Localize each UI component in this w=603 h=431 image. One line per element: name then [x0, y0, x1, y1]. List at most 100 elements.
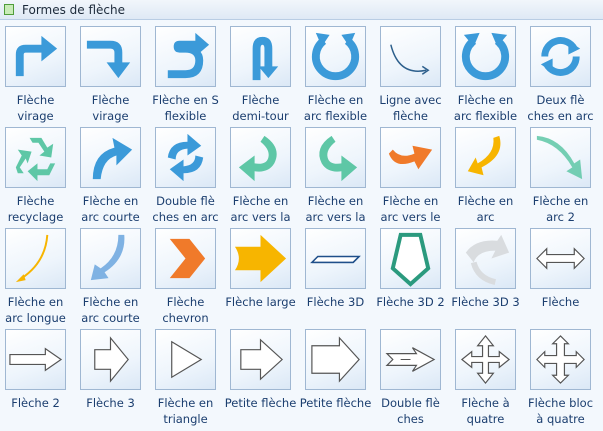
- u-turn-arrow-icon: [252, 36, 279, 81]
- panel-icon: [4, 4, 14, 15]
- shape-item[interactable]: Flèche 3D 3: [451, 224, 526, 325]
- shape-item[interactable]: Flèche en arc flexible: [451, 22, 526, 123]
- shape-item[interactable]: Flèche 3: [76, 325, 151, 426]
- shape-label: Flèche recyclage: [7, 194, 64, 224]
- arrow-3-icon: [94, 336, 129, 383]
- shape-label: Flèche en arc flexible: [453, 93, 518, 123]
- shape-tile[interactable]: [455, 228, 516, 289]
- shape-tile[interactable]: [305, 26, 366, 87]
- shape-tile[interactable]: [230, 329, 291, 390]
- shape-item[interactable]: Flèche large: [225, 224, 301, 325]
- shape-item[interactable]: Flèche recyclage: [1, 123, 76, 224]
- shape-tile[interactable]: [305, 329, 366, 390]
- recycle-icon: [15, 137, 56, 182]
- shape-tile[interactable]: [380, 329, 441, 390]
- bent-arrow-down-right-icon: [86, 40, 131, 79]
- arrow-3d-2-icon: [390, 232, 431, 287]
- shape-item[interactable]: Ligne avec flèche: [376, 22, 451, 123]
- shape-tile[interactable]: [380, 228, 441, 289]
- shape-tile[interactable]: [80, 228, 141, 289]
- shape-tile[interactable]: [305, 228, 366, 289]
- shape-item[interactable]: Flèche en arc vers la: [226, 123, 301, 224]
- shape-tile[interactable]: [530, 228, 591, 289]
- shape-tile[interactable]: [155, 26, 216, 87]
- shape-label: Flèche en arc vers le: [380, 194, 441, 224]
- shape-tile[interactable]: [155, 127, 216, 188]
- shape-item[interactable]: Flèche en arc longue: [1, 224, 76, 325]
- shape-item[interactable]: Flèche en S flexible: [151, 22, 226, 123]
- shape-item[interactable]: Flèche bloc à quatre: [526, 325, 601, 426]
- panel-header[interactable]: Formes de flèche: [0, 0, 603, 20]
- shape-item[interactable]: Flèche à quatre: [451, 325, 526, 426]
- shape-tile[interactable]: [455, 26, 516, 87]
- shape-tile[interactable]: [5, 127, 66, 188]
- shape-item[interactable]: Flèche 3D 2: [376, 224, 451, 325]
- shape-item[interactable]: Flèche en arc vers le: [376, 123, 451, 224]
- shape-label: Flèche en arc longue: [5, 295, 66, 325]
- shape-label: Double flè ches: [381, 396, 440, 426]
- shape-label: Flèche 3D 2: [376, 295, 445, 309]
- shape-label: Flèche 3D 3: [451, 295, 520, 309]
- shape-tile[interactable]: [5, 329, 66, 390]
- shape-label: Flèche: [541, 295, 580, 309]
- shape-item[interactable]: Double flè ches en arc: [151, 123, 226, 224]
- shape-tile[interactable]: [155, 329, 216, 390]
- shape-label: Flèche à quatre: [461, 396, 510, 426]
- shape-item[interactable]: Flèche en arc: [451, 123, 526, 224]
- shape-item[interactable]: Flèche en triangle: [151, 325, 226, 426]
- shape-item[interactable]: Flèche chevron: [151, 224, 226, 325]
- shape-item[interactable]: Flèche demi-tour: [226, 22, 301, 123]
- shape-label: Flèche en triangle: [157, 396, 214, 426]
- shape-tile[interactable]: [80, 26, 141, 87]
- shape-tile[interactable]: [530, 127, 591, 188]
- s-arrow-icon: [167, 32, 210, 79]
- small-arrow-icon: [240, 338, 284, 381]
- blue-short-arc-arrow-icon: [90, 234, 125, 281]
- double-headed-arrow-icon: [536, 247, 585, 270]
- shape-tile[interactable]: [155, 228, 216, 289]
- shape-tile[interactable]: [305, 127, 366, 188]
- shape-tile[interactable]: [5, 228, 66, 289]
- shape-item[interactable]: Flèche 2: [1, 325, 76, 426]
- shape-item[interactable]: Petite flèche: [225, 325, 301, 426]
- shape-label: Flèche en arc courte: [81, 295, 140, 325]
- shape-tile[interactable]: [380, 127, 441, 188]
- shape-tile[interactable]: [80, 127, 141, 188]
- shape-item[interactable]: Flèche en arc flexible: [301, 22, 376, 123]
- shape-item[interactable]: Flèche: [526, 224, 601, 325]
- shape-tile[interactable]: [5, 26, 66, 87]
- shape-item[interactable]: Petite flèche: [300, 325, 376, 426]
- shape-item[interactable]: Flèche en arc courte: [76, 224, 151, 325]
- shape-tile[interactable]: [230, 127, 291, 188]
- shape-tile[interactable]: [380, 26, 441, 87]
- shape-tile[interactable]: [80, 329, 141, 390]
- shape-item[interactable]: Flèche 3D: [301, 224, 376, 325]
- shape-item[interactable]: Deux flè ches en arc: [526, 22, 601, 123]
- shape-item[interactable]: Flèche virage: [76, 22, 151, 123]
- shape-label: Flèche virage: [91, 93, 130, 123]
- two-circular-arrows-icon: [540, 37, 581, 76]
- shape-tile[interactable]: [455, 127, 516, 188]
- shape-label: Flèche en arc 2: [532, 194, 589, 224]
- shape-tile[interactable]: [530, 329, 591, 390]
- arrow-2-icon: [9, 347, 63, 372]
- shape-item[interactable]: Flèche en arc vers la: [301, 123, 376, 224]
- shape-label: Flèche 2: [11, 396, 60, 410]
- shape-label: Ligne avec flèche: [379, 93, 442, 123]
- shape-label: Flèche en arc flexible: [303, 93, 368, 123]
- shape-tile[interactable]: [530, 26, 591, 87]
- shape-item[interactable]: Flèche virage: [1, 22, 76, 123]
- four-way-arrow-icon: [460, 334, 511, 385]
- arrow-3d-icon: [310, 255, 361, 264]
- shape-item[interactable]: Flèche en arc 2: [526, 123, 601, 224]
- shape-label: Flèche virage: [16, 93, 55, 123]
- shape-tile[interactable]: [230, 26, 291, 87]
- small-arrow-2-icon: [311, 336, 360, 383]
- shape-tile[interactable]: [455, 329, 516, 390]
- shape-item[interactable]: Flèche en arc courte: [76, 123, 151, 224]
- shape-label: Flèche en arc vers la: [305, 194, 366, 224]
- shape-tile[interactable]: [230, 228, 291, 289]
- teal-arc-arrow-right-icon: [319, 135, 358, 182]
- shape-item[interactable]: Double flè ches: [376, 325, 451, 426]
- shape-label: Double flè ches en arc: [152, 194, 219, 224]
